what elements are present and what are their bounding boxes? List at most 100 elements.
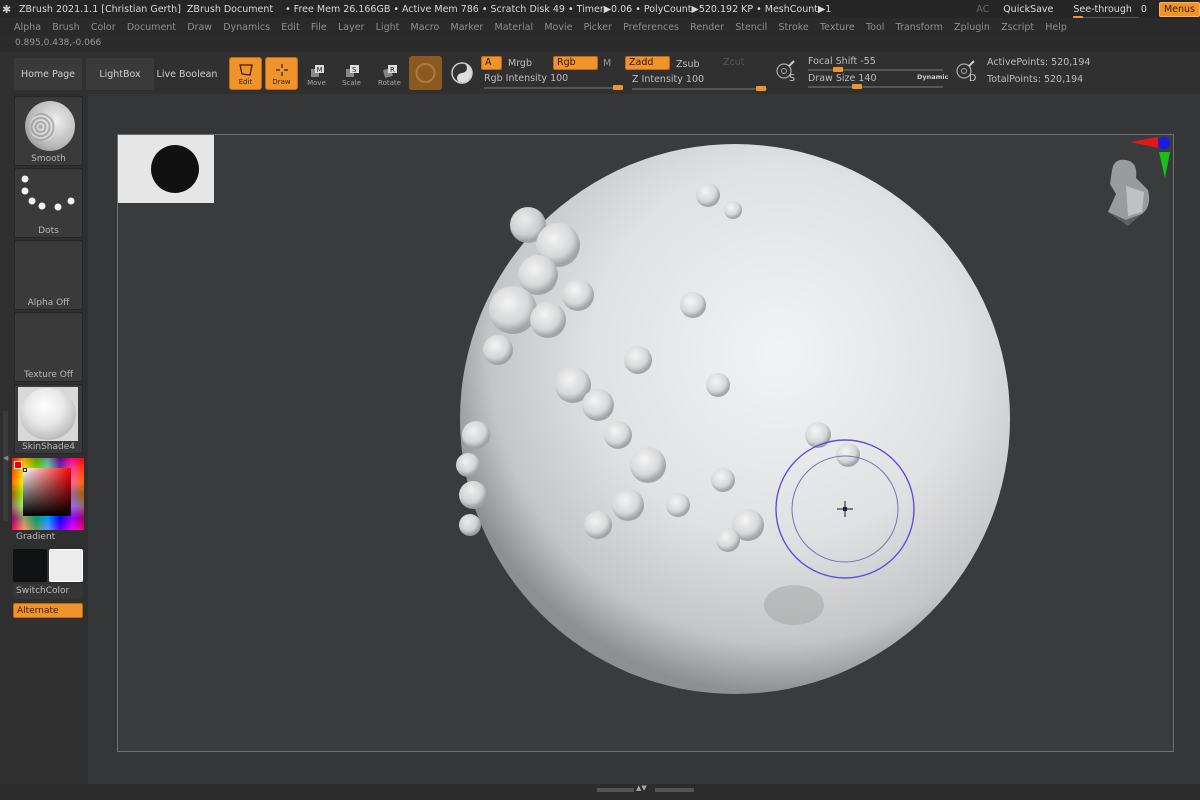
- lightbox-label: LightBox: [99, 68, 141, 80]
- lazy-mouse-d-button[interactable]: D: [954, 60, 978, 86]
- menu-macro[interactable]: Macro: [411, 22, 440, 33]
- menu-help[interactable]: Help: [1045, 22, 1067, 33]
- a-toggle[interactable]: A: [481, 56, 502, 70]
- move-button[interactable]: M Move: [300, 57, 333, 90]
- draw-size-knob[interactable]: [852, 84, 862, 89]
- focal-shift-slider[interactable]: Focal Shift -55: [808, 56, 876, 67]
- see-through-slider[interactable]: See-through 0: [1073, 3, 1147, 20]
- focal-shift-track[interactable]: [808, 69, 943, 71]
- tray-scrollbar[interactable]: [3, 411, 8, 521]
- move-icon: M: [310, 65, 324, 77]
- menu-layer[interactable]: Layer: [338, 22, 365, 33]
- dynamic-toggle[interactable]: Dynamic: [917, 73, 949, 81]
- draw-size-track[interactable]: [808, 86, 943, 88]
- smooth-brush-icon: [25, 101, 75, 151]
- z-intensity-slider[interactable]: Z Intensity 100: [632, 74, 704, 85]
- menu-tool[interactable]: Tool: [866, 22, 884, 33]
- menu-stroke[interactable]: Stroke: [779, 22, 809, 33]
- svg-text:S: S: [352, 66, 357, 74]
- alternate-button[interactable]: Alternate: [13, 603, 83, 618]
- menu-material[interactable]: Material: [495, 22, 534, 33]
- zadd-toggle[interactable]: Zadd: [625, 56, 670, 70]
- gradient-toggle[interactable]: Gradient: [16, 532, 55, 542]
- menu-light[interactable]: Light: [376, 22, 400, 33]
- menu-stencil[interactable]: Stencil: [735, 22, 767, 33]
- menu-file[interactable]: File: [311, 22, 327, 33]
- menu-dynamics[interactable]: Dynamics: [223, 22, 270, 33]
- menu-zplugin[interactable]: Zplugin: [954, 22, 990, 33]
- menu-movie[interactable]: Movie: [544, 22, 572, 33]
- alpha-dot-icon: [151, 145, 199, 193]
- quicksave-button[interactable]: QuickSave: [1003, 4, 1053, 15]
- draw-size-slider[interactable]: Draw Size 140: [808, 73, 877, 84]
- bottom-tray-toggle-icon[interactable]: ▲▼: [636, 784, 647, 792]
- bottom-tray-handle-right[interactable]: [655, 788, 694, 792]
- rgb-intensity-track[interactable]: [484, 87, 622, 89]
- see-through-value: 0: [1140, 3, 1147, 15]
- app-title: ZBrush 2021.1.1 [Christian Gerth]: [19, 3, 181, 15]
- lazy-mouse-s-button[interactable]: S: [774, 60, 798, 86]
- menu-transform[interactable]: Transform: [896, 22, 943, 33]
- zsub-toggle[interactable]: Zsub: [676, 59, 700, 70]
- scale-button[interactable]: S Scale: [335, 57, 368, 90]
- draw-size-label: Draw Size: [808, 73, 856, 84]
- texture-label: Texture Off: [23, 370, 74, 380]
- lightbox-button[interactable]: LightBox: [86, 58, 154, 90]
- menu-render[interactable]: Render: [690, 22, 724, 33]
- draw-button[interactable]: Draw: [265, 57, 298, 90]
- navigation-gizmo[interactable]: [1098, 134, 1178, 230]
- color-picker[interactable]: [12, 458, 84, 530]
- brush-preview-button[interactable]: [409, 56, 442, 90]
- secondary-color-swatch[interactable]: [49, 549, 83, 582]
- alpha-selector[interactable]: Alpha Off: [14, 240, 83, 310]
- menu-color[interactable]: Color: [91, 22, 116, 33]
- primary-color-swatch[interactable]: [13, 549, 47, 582]
- focal-shift-knob[interactable]: [833, 67, 843, 72]
- coordinates-readout: 0.895,0.438,-0.066: [15, 38, 102, 48]
- zcut-toggle[interactable]: Zcut: [723, 57, 744, 68]
- edit-button[interactable]: Edit: [229, 57, 262, 90]
- brush-selector[interactable]: Smooth: [14, 96, 83, 166]
- stroke-selector[interactable]: Dots: [14, 168, 83, 238]
- home-page-button[interactable]: Home Page: [14, 58, 82, 90]
- document-canvas[interactable]: [117, 134, 1174, 752]
- z-intensity-knob[interactable]: [756, 86, 766, 91]
- material-selector[interactable]: SkinShade4: [14, 384, 83, 454]
- menu-marker[interactable]: Marker: [451, 22, 484, 33]
- live-boolean-button[interactable]: Live Boolean: [154, 58, 220, 90]
- menu-preferences[interactable]: Preferences: [623, 22, 679, 33]
- bottom-tray-handle-left[interactable]: [597, 788, 634, 792]
- tray-collapse-icon[interactable]: ◀: [3, 454, 8, 462]
- svg-text:R: R: [390, 66, 395, 74]
- menu-texture[interactable]: Texture: [820, 22, 855, 33]
- texture-selector[interactable]: Texture Off: [14, 312, 83, 382]
- scale-label: Scale: [342, 79, 361, 87]
- menu-zscript[interactable]: Zscript: [1001, 22, 1034, 33]
- color-saturation-square[interactable]: [23, 468, 71, 516]
- rgb-intensity-slider[interactable]: Rgb Intensity 100: [484, 73, 568, 84]
- title-bar: ✱ ZBrush 2021.1.1 [Christian Gerth] ZBru…: [0, 0, 1200, 20]
- menu-alpha[interactable]: Alpha: [14, 22, 41, 33]
- menus-button[interactable]: Menus: [1158, 1, 1200, 17]
- menu-picker[interactable]: Picker: [584, 22, 612, 33]
- menu-edit[interactable]: Edit: [281, 22, 299, 33]
- yin-yang-icon: [451, 62, 473, 84]
- z-intensity-track[interactable]: [632, 88, 767, 90]
- sculpt-sphere[interactable]: [118, 135, 1174, 752]
- z-intensity-label: Z Intensity: [632, 74, 683, 85]
- rotate-button[interactable]: R Rotate: [373, 57, 406, 90]
- rgb-toggle[interactable]: Rgb: [553, 56, 598, 70]
- switch-color-button[interactable]: SwitchColor: [13, 584, 83, 599]
- ac-button[interactable]: AC: [976, 4, 989, 15]
- sculpt-dent: [764, 585, 824, 625]
- rgb-intensity-knob[interactable]: [613, 85, 623, 90]
- mrgb-toggle[interactable]: Mrgb: [508, 58, 532, 69]
- menu-document[interactable]: Document: [127, 22, 176, 33]
- m-toggle[interactable]: M: [603, 58, 611, 69]
- menu-brush[interactable]: Brush: [52, 22, 79, 33]
- menu-draw[interactable]: Draw: [187, 22, 212, 33]
- live-boolean-label: Live Boolean: [156, 68, 218, 80]
- document-name: ZBrush Document: [186, 3, 274, 15]
- material-toggle-button[interactable]: [450, 61, 474, 85]
- stroke-label: Dots: [38, 226, 59, 236]
